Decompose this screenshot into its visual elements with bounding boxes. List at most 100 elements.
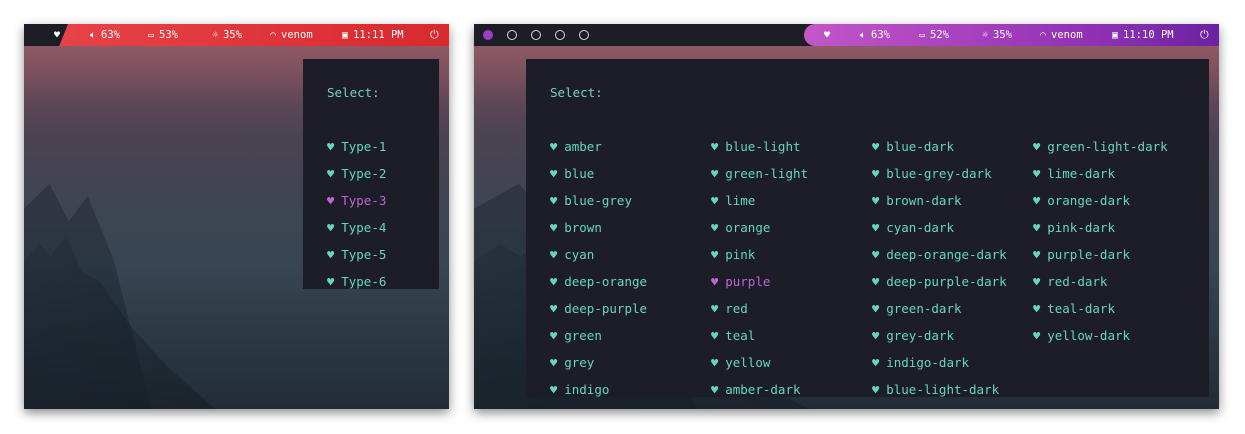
brightness-indicator[interactable]: ☼ 35% [212,24,242,46]
heart-icon: ♥ [327,274,335,289]
menu-item[interactable]: ♥ yellow [711,355,770,370]
heart-icon: ♥ [711,247,719,262]
menu-item[interactable]: ♥ deep-purple-dark [872,274,1007,289]
menu-item[interactable]: ♥ deep-orange-dark [872,247,1007,262]
menu-item-label: yellow [725,355,771,370]
battery-icon: ▭ [148,29,155,41]
menu-item[interactable]: ♥ Type-1 [327,139,386,154]
volume-value: 63% [101,29,120,41]
rofi-menu: Select: ♥ amber ♥ blue ♥ blue-grey ♥ brown ♥ cyan… [526,59,1209,397]
wifi-indicator[interactable]: ◠ venom [270,24,313,46]
heart-icon: ♥ [711,220,719,235]
heart-icon[interactable]: ♥ [54,24,60,46]
menu-item[interactable]: ♥ purple-dark [1033,247,1130,262]
heart-icon: ♥ [711,382,719,397]
menu-item[interactable]: ♥ green [550,328,602,343]
wifi-network: venom [281,29,313,41]
menu-item[interactable]: ♥ amber-dark [711,382,801,397]
heart-icon: ♥ [711,301,719,316]
menu-item[interactable]: ♥ Type-2 [327,166,386,181]
workspace-2-indicator[interactable] [507,30,517,40]
menu-item-label: Type-5 [341,247,387,262]
menu-item[interactable]: ♥ green-light-dark [1033,139,1168,154]
menu-item[interactable]: ♥ lime-dark [1033,166,1115,181]
menu-item[interactable]: ♥ green-light [711,166,808,181]
heart-icon: ♥ [550,220,558,235]
heart-icon: ♥ [872,247,880,262]
battery-indicator[interactable]: ▭ 53% [148,24,178,46]
menu-item[interactable]: ♥ deep-purple [550,301,647,316]
menu-item[interactable]: ♥ yellow-dark [1033,328,1130,343]
heart-icon: ♥ [550,139,558,154]
menu-item[interactable]: ♥ brown-dark [872,193,962,208]
menu-item[interactable]: ♥ Type-6 [327,274,386,289]
power-icon[interactable]: ⏻ [430,24,439,46]
menu-item[interactable]: ♥ orange-dark [1033,193,1130,208]
heart-icon: ♥ [1033,274,1041,289]
bar-left-cap [24,24,68,46]
heart-icon: ♥ [872,355,880,370]
heart-icon: ♥ [872,220,880,235]
menu-item[interactable]: ♥ blue-light-dark [872,382,999,397]
heart-icon[interactable]: ♥ [824,24,830,46]
menu-item[interactable]: ♥ teal-dark [1033,301,1115,316]
menu-item[interactable]: ♥ blue-grey [550,193,632,208]
menu-item[interactable]: ♥ cyan-dark [872,220,954,235]
menu-item-label: green [564,328,602,343]
volume-indicator[interactable]: 🔈︎ 63% [90,24,120,46]
menu-item[interactable]: ♥ blue [550,166,594,181]
menu-item-label: teal [725,328,756,343]
clock[interactable]: ▣ 11:10 PM [1112,24,1174,46]
battery-indicator[interactable]: ▭ 52% [919,24,949,46]
menu-item[interactable]: ♥ Type-5 [327,247,386,262]
workspace-5-indicator[interactable] [579,30,589,40]
menu-item[interactable]: ♥ lime [711,193,755,208]
menu-item[interactable]: ♥ amber [550,139,602,154]
menu-item[interactable]: ♥ Type-3 [327,193,386,208]
menu-item[interactable]: ♥ purple [711,274,770,289]
screenshot-red-theme: ♥ 🔈︎ 63% ▭ 53% ☼ 35% ◠ venom ▣ 11:11 PM … [24,24,449,409]
brightness-value: 35% [993,29,1012,41]
workspace-3-indicator[interactable] [531,30,541,40]
wifi-indicator[interactable]: ◠ venom [1040,24,1083,46]
menu-item[interactable]: ♥ brown [550,220,602,235]
menu-item[interactable]: ♥ grey [550,355,594,370]
menu-item[interactable]: ♥ pink-dark [1033,220,1115,235]
workspace-1-indicator[interactable] [483,30,493,40]
menu-item-label: pink-dark [1047,220,1115,235]
menu-item[interactable]: ♥ indigo [550,382,609,397]
menu-item-label: cyan-dark [886,220,954,235]
menu-item[interactable]: ♥ pink [711,247,755,262]
menu-item[interactable]: ♥ blue-grey-dark [872,166,992,181]
menu-item[interactable]: ♥ Type-4 [327,220,386,235]
menu-item[interactable]: ♥ indigo-dark [872,355,969,370]
battery-value: 53% [159,29,178,41]
heart-icon: ♥ [550,274,558,289]
menu-item[interactable]: ♥ blue-dark [872,139,954,154]
workspace-4-indicator[interactable] [555,30,565,40]
volume-indicator[interactable]: 🔈︎ 63% [860,24,890,46]
menu-item[interactable]: ♥ deep-orange [550,274,647,289]
menu-item[interactable]: ♥ blue-light [711,139,801,154]
menu-item-label: deep-orange [564,274,648,289]
volume-icon: 🔈︎ [90,29,96,41]
menu-item-label: blue-grey-dark [886,166,992,181]
heart-icon: ♥ [872,301,880,316]
menu-item-label: lime [725,193,756,208]
menu-item[interactable]: ♥ grey-dark [872,328,954,343]
menu-item-label: orange-dark [1047,193,1131,208]
menu-item-label: purple [725,274,771,289]
brightness-indicator[interactable]: ☼ 35% [982,24,1012,46]
menu-item-label: indigo-dark [886,355,970,370]
power-icon[interactable]: ⏻ [1200,24,1209,46]
menu-item[interactable]: ♥ green-dark [872,301,962,316]
menu-item[interactable]: ♥ orange [711,220,770,235]
menu-item[interactable]: ♥ red [711,301,748,316]
menu-item[interactable]: ♥ red-dark [1033,274,1107,289]
menu-item-label: red-dark [1047,274,1108,289]
menu-item-label: blue-light [725,139,801,154]
clock[interactable]: ▣ 11:11 PM [342,24,404,46]
menu-item[interactable]: ♥ cyan [550,247,594,262]
menu-item[interactable]: ♥ teal [711,328,755,343]
menu-item-label: pink [725,247,756,262]
